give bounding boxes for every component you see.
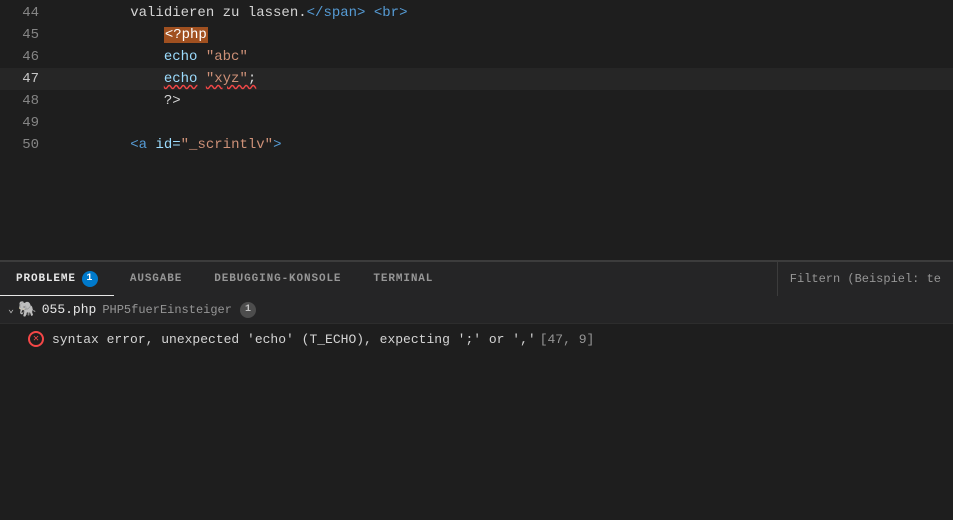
line-number-47: 47 (0, 68, 55, 90)
line-number-45: 45 (0, 24, 55, 46)
filter-area[interactable]: Filtern (Beispiel: te (777, 262, 953, 296)
tab-probleme[interactable]: PROBLEME 1 (0, 262, 114, 296)
folder-name: PHP5fuerEinsteiger (102, 303, 232, 317)
code-line-49: 49 (0, 112, 953, 134)
line-content-44: validieren zu lassen.</span> <br> (55, 2, 953, 24)
line-content-47: echo "xyz"; (55, 68, 953, 90)
tab-terminal-label: TERMINAL (373, 273, 433, 285)
code-line-50: 50 <a id="_scrintlv"> (0, 134, 953, 156)
tab-debugging-label: DEBUGGING-KONSOLE (214, 273, 341, 285)
file-name: 055.php (42, 302, 97, 317)
line-number-46: 46 (0, 46, 55, 68)
line-content-45: <?php (55, 24, 953, 46)
error-icon: ✕ (28, 331, 44, 347)
line-number-48: 48 (0, 90, 55, 112)
editor-area: 44 validieren zu lassen.</span> <br> 45 … (0, 0, 953, 260)
line-number-44: 44 (0, 2, 55, 24)
tabs-panel: PROBLEME 1 AUSGABE DEBUGGING-KONSOLE TER… (0, 261, 953, 296)
elephant-icon: 🐘 (18, 300, 37, 319)
file-error-badge: 1 (240, 302, 256, 318)
line-content-49 (55, 112, 953, 134)
tab-ausgabe[interactable]: AUSGABE (114, 262, 198, 296)
line-number-50: 50 (0, 134, 55, 156)
error-location: [47, 9] (540, 332, 595, 347)
code-line-44: 44 validieren zu lassen.</span> <br> (0, 2, 953, 24)
code-line-45: 45 <?php (0, 24, 953, 46)
error-message: syntax error, unexpected 'echo' (T_ECHO)… (52, 332, 594, 347)
error-message-text: syntax error, unexpected 'echo' (T_ECHO)… (52, 332, 536, 347)
code-line-48: 48 ?> (0, 90, 953, 112)
error-row[interactable]: ✕ syntax error, unexpected 'echo' (T_ECH… (0, 324, 953, 354)
line-number-49: 49 (0, 112, 55, 134)
filter-label: Filtern (Beispiel: te (790, 272, 941, 286)
code-line-46: 46 echo "abc" (0, 46, 953, 68)
tab-probleme-badge: 1 (82, 271, 98, 287)
code-line-47: 47 echo "xyz"; (0, 68, 953, 90)
tab-debugging[interactable]: DEBUGGING-KONSOLE (198, 262, 357, 296)
line-content-46: echo "abc" (55, 46, 953, 68)
file-row[interactable]: ⌄ 🐘 055.php PHP5fuerEinsteiger 1 (0, 296, 953, 324)
chevron-icon: ⌄ (8, 304, 14, 316)
tab-probleme-label: PROBLEME (16, 273, 76, 285)
line-content-48: ?> (55, 90, 953, 112)
tab-ausgabe-label: AUSGABE (130, 273, 182, 285)
problems-panel: ⌄ 🐘 055.php PHP5fuerEinsteiger 1 ✕ synta… (0, 296, 953, 354)
line-content-50: <a id="_scrintlv"> (55, 134, 953, 156)
tab-terminal[interactable]: TERMINAL (357, 262, 449, 296)
